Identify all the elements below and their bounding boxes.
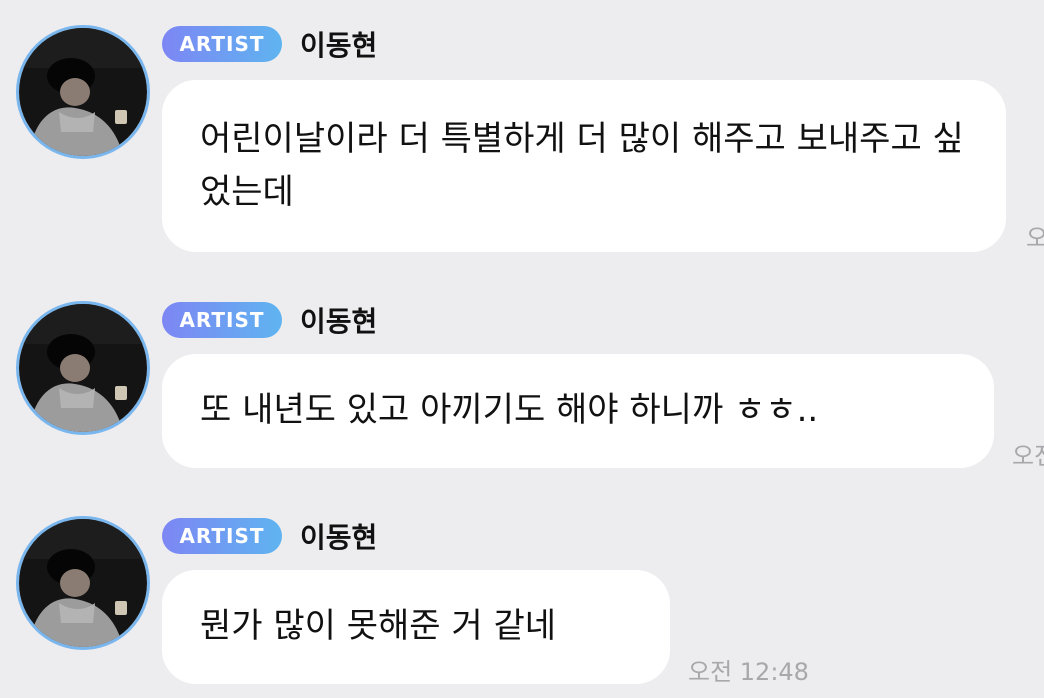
message-timestamp: 오전 <box>1026 224 1044 252</box>
chat-message: ARTIST 이동현 또 내년도 있고 아끼기도 해야 하니까 ㅎㅎ.. 오전 <box>0 280 1044 480</box>
sender-name[interactable]: 이동현 <box>300 300 377 340</box>
profile-photo-icon <box>19 28 147 156</box>
sender-name[interactable]: 이동현 <box>300 516 377 556</box>
message-bubble[interactable]: 또 내년도 있고 아끼기도 해야 하니까 ㅎㅎ.. <box>162 354 994 468</box>
message-timestamp: 오전 12:48 <box>688 658 809 686</box>
message-header: ARTIST 이동현 <box>162 24 377 64</box>
sender-name[interactable]: 이동현 <box>300 24 377 64</box>
message-header: ARTIST 이동현 <box>162 300 377 340</box>
message-bubble[interactable]: 뭔가 많이 못해준 거 같네 <box>162 570 670 684</box>
profile-photo-icon <box>19 304 147 432</box>
avatar[interactable] <box>16 516 150 650</box>
artist-badge: ARTIST <box>162 26 282 62</box>
artist-badge: ARTIST <box>162 302 282 338</box>
message-timestamp: 오전 <box>1012 442 1044 470</box>
artist-badge: ARTIST <box>162 518 282 554</box>
chat-message: ARTIST 이동현 어린이날이라 더 특별하게 더 많이 해주고 보내주고 싶… <box>0 0 1044 270</box>
message-header: ARTIST 이동현 <box>162 516 377 556</box>
chat-message: ARTIST 이동현 뭔가 많이 못해준 거 같네 오전 12:48 <box>0 500 1044 698</box>
profile-photo-icon <box>19 519 147 647</box>
avatar[interactable] <box>16 301 150 435</box>
avatar[interactable] <box>16 25 150 159</box>
message-bubble[interactable]: 어린이날이라 더 특별하게 더 많이 해주고 보내주고 싶었는데 <box>162 80 1006 252</box>
